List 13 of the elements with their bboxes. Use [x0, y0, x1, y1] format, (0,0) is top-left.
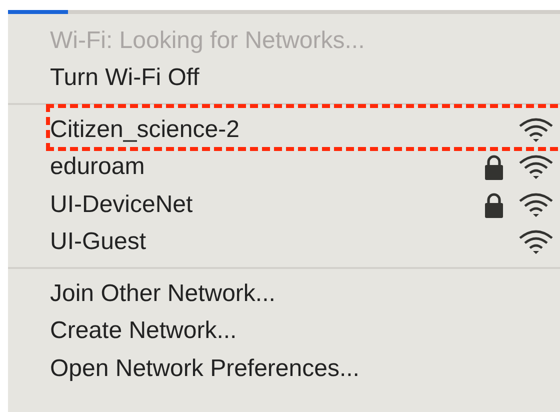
- wifi-icon: [518, 229, 554, 256]
- wifi-icon: [518, 192, 554, 218]
- wifi-icon: [518, 154, 554, 180]
- network-item[interactable]: Citizen_science-2: [50, 116, 240, 144]
- network-item[interactable]: eduroam: [50, 153, 145, 182]
- network-item[interactable]: UI-Guest: [50, 228, 146, 256]
- wifi-icon: [518, 116, 554, 143]
- menu-item[interactable]: Create Network...: [50, 317, 237, 346]
- menu-item[interactable]: Open Network Preferences...: [50, 354, 360, 383]
- network-item[interactable]: UI-DeviceNet: [50, 190, 193, 219]
- wifi-status: Wi-Fi: Looking for Networks...: [50, 26, 365, 55]
- menu-item[interactable]: Join Other Network...: [50, 280, 276, 308]
- menu-item[interactable]: Turn Wi-Fi Off: [50, 64, 200, 92]
